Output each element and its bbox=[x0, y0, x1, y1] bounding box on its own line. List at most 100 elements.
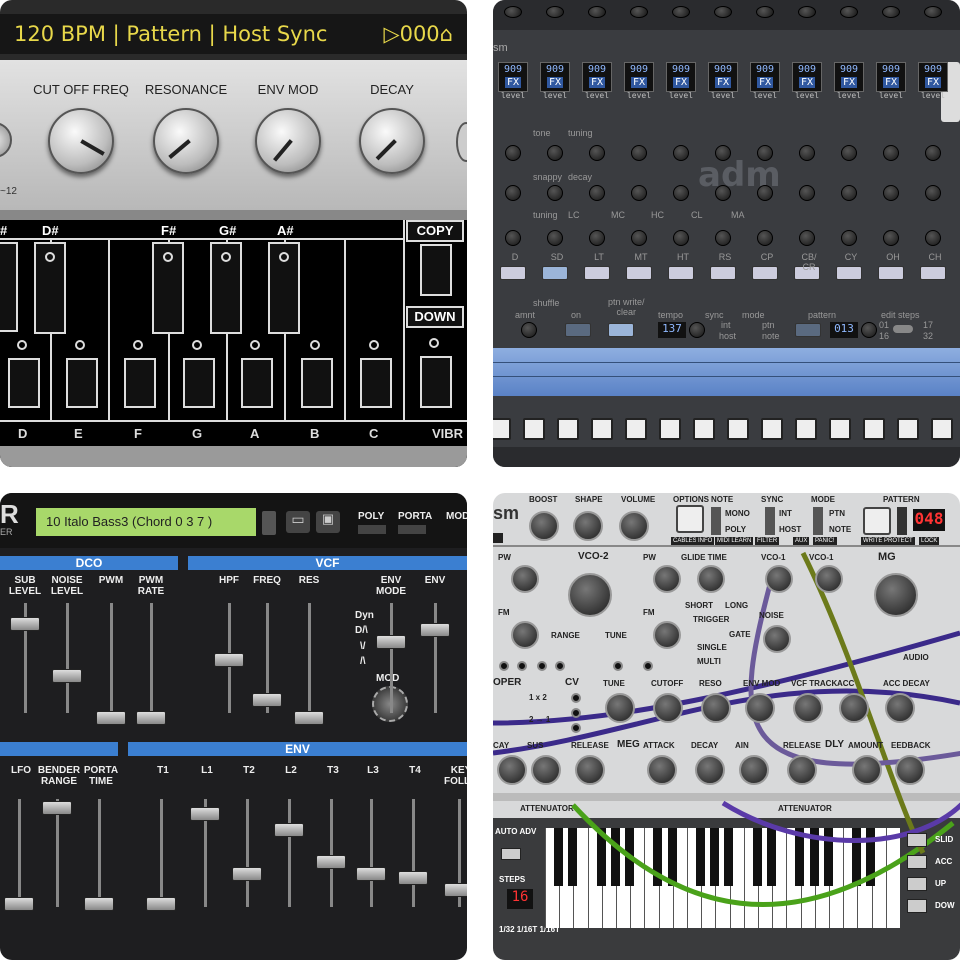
param-knob[interactable] bbox=[715, 185, 731, 201]
save-icon[interactable]: ▣ bbox=[316, 511, 340, 533]
sharp-key-dsharp[interactable] bbox=[34, 242, 66, 334]
instrument-button[interactable] bbox=[752, 266, 778, 280]
top-knob[interactable] bbox=[798, 6, 816, 18]
top-knob[interactable] bbox=[840, 6, 858, 18]
top-knob[interactable] bbox=[619, 511, 649, 541]
param-knob[interactable] bbox=[631, 145, 647, 161]
poly-button[interactable] bbox=[358, 525, 386, 534]
side-button[interactable] bbox=[907, 877, 927, 891]
param-knob[interactable] bbox=[757, 230, 773, 246]
pw-knob[interactable] bbox=[511, 565, 539, 593]
pattern-knob[interactable] bbox=[861, 322, 877, 338]
patch-jack[interactable] bbox=[517, 661, 527, 671]
param-knob[interactable] bbox=[925, 145, 941, 161]
top-knob[interactable] bbox=[714, 6, 732, 18]
step-button[interactable] bbox=[693, 418, 715, 440]
top-knob[interactable] bbox=[924, 6, 942, 18]
top-knob[interactable] bbox=[756, 6, 774, 18]
instrument-button[interactable] bbox=[836, 266, 862, 280]
step-button[interactable] bbox=[659, 418, 681, 440]
param-knob[interactable] bbox=[505, 185, 521, 201]
edit-steps-switch[interactable] bbox=[893, 325, 913, 333]
noise-knob[interactable] bbox=[763, 625, 791, 653]
step-button[interactable] bbox=[829, 418, 851, 440]
resonance-knob[interactable] bbox=[153, 108, 219, 174]
porta-slider[interactable] bbox=[84, 897, 114, 911]
param-knob[interactable] bbox=[799, 230, 815, 246]
decay-knob[interactable] bbox=[359, 108, 425, 174]
param-knob[interactable] bbox=[715, 230, 731, 246]
l1-slider[interactable] bbox=[190, 807, 220, 821]
param-knob[interactable] bbox=[673, 230, 689, 246]
sharp-key-fsharp[interactable] bbox=[152, 242, 184, 334]
step-button[interactable] bbox=[795, 418, 817, 440]
sub-tag[interactable]: AUX bbox=[793, 537, 810, 545]
param-knob[interactable] bbox=[841, 145, 857, 161]
sub-tag[interactable]: MIDI LEARN bbox=[715, 537, 754, 545]
env-knob[interactable] bbox=[575, 755, 605, 785]
patch-stepper[interactable] bbox=[262, 511, 276, 535]
param-knob[interactable] bbox=[547, 230, 563, 246]
step-button[interactable] bbox=[761, 418, 783, 440]
env-knob[interactable] bbox=[739, 755, 769, 785]
param-knob[interactable] bbox=[505, 230, 521, 246]
pattern-button[interactable] bbox=[795, 323, 821, 337]
sub-tag[interactable]: INFO bbox=[696, 537, 715, 545]
step-button[interactable] bbox=[863, 418, 885, 440]
filter-knob[interactable] bbox=[605, 693, 635, 723]
porta-button[interactable] bbox=[398, 525, 426, 534]
partial-knob-right[interactable] bbox=[456, 122, 467, 162]
param-knob[interactable] bbox=[715, 145, 731, 161]
instrument-button[interactable] bbox=[584, 266, 610, 280]
filter-knob[interactable] bbox=[793, 693, 823, 723]
patch-jack[interactable] bbox=[571, 693, 581, 703]
instrument-button[interactable] bbox=[542, 266, 568, 280]
top-knob[interactable] bbox=[504, 6, 522, 18]
step-button[interactable] bbox=[493, 418, 511, 440]
step-button[interactable] bbox=[625, 418, 647, 440]
filter-knob[interactable] bbox=[839, 693, 869, 723]
param-knob[interactable] bbox=[547, 145, 563, 161]
shuffle-on-button[interactable] bbox=[565, 323, 591, 337]
step-button[interactable] bbox=[591, 418, 613, 440]
t3-slider[interactable] bbox=[316, 855, 346, 869]
param-knob[interactable] bbox=[589, 145, 605, 161]
patch-jack[interactable] bbox=[571, 723, 581, 733]
envmod-knob[interactable] bbox=[255, 108, 321, 174]
param-knob[interactable] bbox=[673, 185, 689, 201]
step-sequencer-lanes[interactable] bbox=[493, 348, 960, 396]
l3-slider[interactable] bbox=[356, 867, 386, 881]
side-button[interactable] bbox=[907, 855, 927, 869]
filter-knob[interactable] bbox=[745, 693, 775, 723]
param-knob[interactable] bbox=[841, 185, 857, 201]
natural-key-b[interactable] bbox=[301, 358, 333, 408]
patch-cables[interactable] bbox=[493, 493, 960, 960]
instrument-button[interactable] bbox=[878, 266, 904, 280]
param-knob[interactable] bbox=[799, 185, 815, 201]
sub-tag[interactable]: FILTER bbox=[755, 537, 780, 545]
top-knob[interactable] bbox=[546, 6, 564, 18]
patch-name-display[interactable]: 10 Italo Bass3 (Chord 0 3 7 ) bbox=[36, 508, 256, 536]
copy-button[interactable]: COPY bbox=[406, 220, 464, 242]
t2-slider[interactable] bbox=[232, 867, 262, 881]
param-knob[interactable] bbox=[883, 145, 899, 161]
natural-key-g[interactable] bbox=[183, 358, 215, 408]
ptn-write-button[interactable] bbox=[608, 323, 634, 337]
filter-knob[interactable] bbox=[701, 693, 731, 723]
sub-tag[interactable]: PANIC! bbox=[813, 537, 837, 545]
env-knob[interactable] bbox=[695, 755, 725, 785]
natural-key-a[interactable] bbox=[241, 358, 273, 408]
natural-key-f[interactable] bbox=[124, 358, 156, 408]
top-knob[interactable] bbox=[630, 6, 648, 18]
down-key[interactable] bbox=[420, 356, 452, 408]
key-follow-slider[interactable] bbox=[444, 883, 467, 897]
step-button[interactable] bbox=[931, 418, 953, 440]
sharp-key[interactable] bbox=[0, 242, 18, 332]
instrument-button[interactable] bbox=[500, 266, 526, 280]
glide-knob[interactable] bbox=[697, 565, 725, 593]
l2-slider[interactable] bbox=[274, 823, 304, 837]
patch-jack[interactable] bbox=[613, 661, 623, 671]
hpf-slider[interactable] bbox=[214, 653, 244, 667]
sub-tag[interactable]: WRITE PROTECT bbox=[861, 537, 915, 545]
res-slider[interactable] bbox=[294, 711, 324, 725]
